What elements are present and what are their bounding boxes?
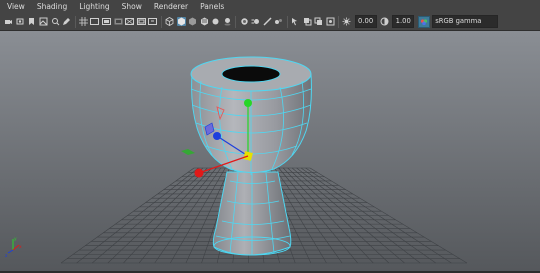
toolbar-separator xyxy=(74,15,76,28)
safe-title-icon[interactable] xyxy=(148,17,158,26)
toolbar-separator xyxy=(235,15,237,28)
2d-pan-zoom-icon[interactable] xyxy=(51,17,60,26)
grease-pencil-icon[interactable] xyxy=(62,17,71,26)
default-material-icon[interactable] xyxy=(188,17,197,26)
film-gate-icon[interactable] xyxy=(90,17,100,26)
menu-show[interactable]: Show xyxy=(122,0,142,13)
grid-icon[interactable] xyxy=(78,17,88,26)
menu-panels[interactable]: Panels xyxy=(200,0,224,13)
menu-shading[interactable]: Shading xyxy=(37,0,67,13)
color-management-icon[interactable] xyxy=(418,15,431,28)
multisample-aa-icon[interactable] xyxy=(263,17,272,26)
xray-joints-icon[interactable] xyxy=(326,17,335,26)
toolbar-separator xyxy=(160,15,162,28)
gamma-field[interactable]: 1.00 xyxy=(392,15,415,28)
smooth-shade-icon[interactable] xyxy=(176,17,186,26)
svg-text:y: y xyxy=(14,237,17,242)
z-axis-handle xyxy=(213,132,221,140)
image-plane-icon[interactable] xyxy=(39,17,48,26)
textured-icon[interactable] xyxy=(200,17,209,26)
exposure-icon[interactable] xyxy=(342,17,351,26)
gamma-icon[interactable] xyxy=(380,17,389,26)
bookmarks-icon[interactable] xyxy=(27,17,36,26)
camera-attributes-icon[interactable] xyxy=(16,17,25,26)
use-all-lights-icon[interactable] xyxy=(211,17,220,26)
isolate-select-icon[interactable] xyxy=(291,17,300,26)
select-camera-icon[interactable] xyxy=(4,17,13,26)
y-axis-handle xyxy=(244,99,252,107)
view-transform-dropdown[interactable]: sRGB gamma xyxy=(432,15,499,28)
screen-space-ao-icon[interactable] xyxy=(240,17,249,26)
toolbar-separator xyxy=(338,15,340,28)
field-chart-icon[interactable] xyxy=(125,17,135,26)
gate-mask-icon[interactable] xyxy=(114,17,123,26)
toolbar-separator xyxy=(286,15,288,28)
menu-renderer[interactable]: Renderer xyxy=(154,0,188,13)
safe-action-icon[interactable] xyxy=(136,17,146,26)
xray-icon[interactable] xyxy=(303,17,312,26)
3d-viewport[interactable]: y x z xyxy=(0,31,540,271)
depth-of-field-icon[interactable] xyxy=(274,17,283,26)
panel-menu-bar: View Shading Lighting Show Renderer Pane… xyxy=(0,0,540,13)
xray-active-components-icon[interactable] xyxy=(314,17,323,26)
exposure-field[interactable]: 0.00 xyxy=(354,15,377,28)
svg-text:x: x xyxy=(19,245,22,250)
wireframe-icon[interactable] xyxy=(165,17,174,26)
goblet-stem xyxy=(212,171,292,256)
x-axis-handle xyxy=(194,168,204,178)
menu-view[interactable]: View xyxy=(7,0,25,13)
shadows-icon[interactable] xyxy=(223,17,232,26)
panel-toolbar: 0.00 1.00 sRGB gamma xyxy=(0,13,540,31)
menu-lighting[interactable]: Lighting xyxy=(79,0,109,13)
resolution-gate-icon[interactable] xyxy=(102,17,112,26)
motion-blur-icon[interactable] xyxy=(251,17,260,26)
